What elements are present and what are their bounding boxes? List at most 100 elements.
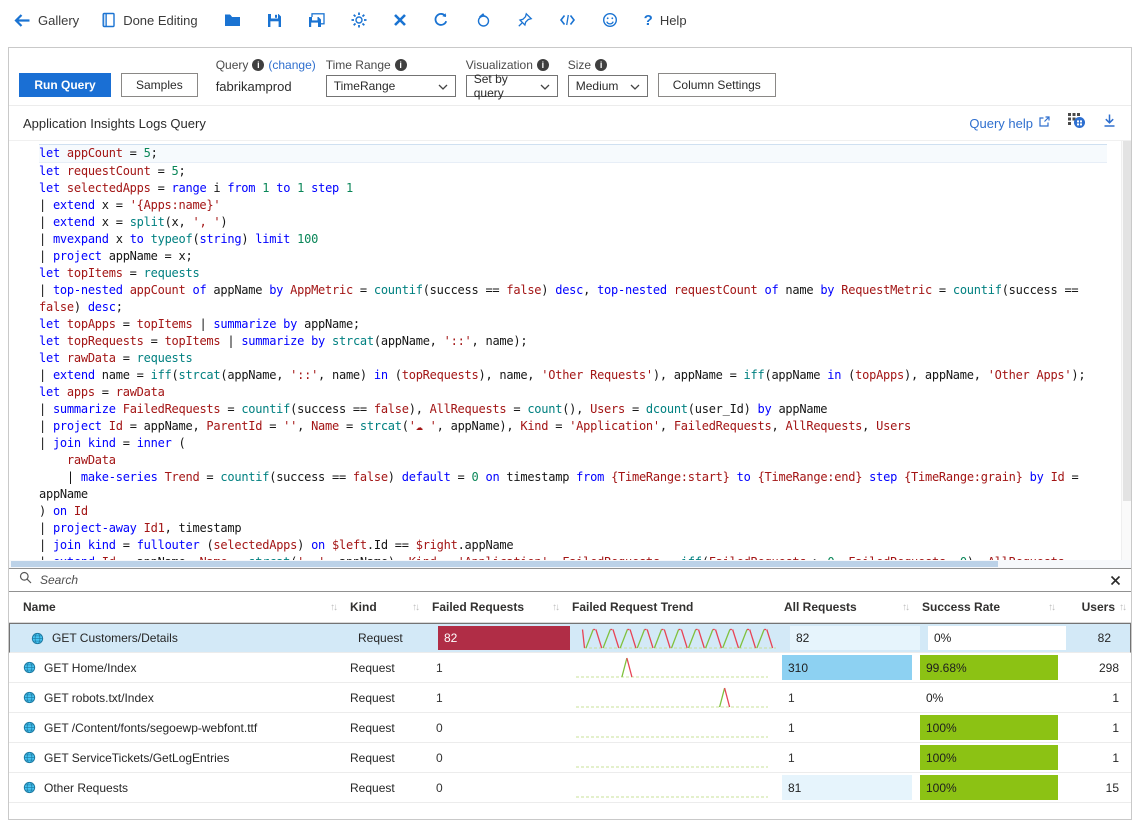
external-link-icon bbox=[1038, 115, 1051, 131]
advanced-editor-button[interactable] bbox=[559, 13, 576, 27]
failed-requests-bar: 82 bbox=[438, 626, 570, 650]
info-icon bbox=[252, 59, 264, 71]
close-x-icon bbox=[393, 13, 407, 27]
kind-cell: Request bbox=[346, 773, 428, 802]
query-label: Query bbox=[216, 58, 249, 72]
feedback-button[interactable] bbox=[602, 12, 618, 28]
kind-value: Request bbox=[350, 691, 395, 705]
failed-requests-value: 0 bbox=[432, 721, 443, 735]
trend-cell bbox=[568, 653, 780, 682]
column-header-failed-requests[interactable]: Failed Requests ↑↓ bbox=[428, 592, 568, 622]
save-button[interactable] bbox=[267, 13, 282, 28]
table-row[interactable]: GET Home/IndexRequest131099.68%298 bbox=[9, 653, 1131, 683]
editor-vertical-scrollbar[interactable] bbox=[1121, 141, 1131, 560]
column-header-success-rate[interactable]: Success Rate↑↓ bbox=[918, 592, 1064, 622]
all-requests-cell: 1 bbox=[780, 683, 918, 712]
pin-button[interactable] bbox=[517, 12, 533, 28]
chevron-down-icon bbox=[540, 79, 550, 93]
search-input[interactable] bbox=[40, 573, 1102, 587]
sort-icon[interactable]: ↑↓ bbox=[1048, 602, 1054, 613]
failed-requests-value: 0 bbox=[432, 751, 443, 765]
pin-icon bbox=[517, 12, 533, 28]
sort-icon[interactable]: ↑↓ bbox=[412, 602, 418, 613]
time-range-select[interactable]: TimeRange bbox=[326, 75, 456, 97]
workbook-samples-icon[interactable] bbox=[1067, 112, 1086, 134]
results-grid: Name↑↓Kind↑↓Failed Requests↑↓Failed Requ… bbox=[9, 592, 1131, 803]
trend-cell bbox=[568, 683, 780, 712]
table-row[interactable]: GET /Content/fonts/segoewp-webfont.ttfRe… bbox=[9, 713, 1131, 743]
all-requests-cell: 1 bbox=[780, 743, 918, 772]
size-select[interactable]: Medium bbox=[568, 75, 648, 97]
gallery-label: Gallery bbox=[38, 13, 79, 28]
column-header-name[interactable]: Name ↑↓ bbox=[9, 592, 346, 622]
done-editing-button[interactable]: Done Editing bbox=[101, 12, 197, 28]
samples-button[interactable]: Samples bbox=[121, 73, 198, 97]
close-button[interactable] bbox=[393, 13, 407, 27]
grid-search-bar bbox=[9, 568, 1131, 592]
success-rate-cell: 99.68% bbox=[918, 653, 1064, 682]
column-header-all-requests[interactable]: All Requests↑↓ bbox=[780, 592, 918, 622]
success-rate-bar: 99.68% bbox=[920, 655, 1058, 680]
trend-cell bbox=[568, 713, 780, 742]
grid-body: GET Customers/DetailsRequest82820%82GET … bbox=[9, 623, 1131, 803]
success-rate-bar: 0% bbox=[928, 626, 1066, 650]
all-requests-cell: 1 bbox=[780, 713, 918, 742]
request-name: GET robots.txt/Index bbox=[44, 691, 154, 705]
all-requests-value: 1 bbox=[784, 691, 795, 705]
info-icon bbox=[395, 59, 407, 71]
request-name: GET ServiceTickets/GetLogEntries bbox=[44, 751, 229, 765]
settings-button[interactable] bbox=[351, 12, 367, 28]
change-query-link[interactable]: (change) bbox=[268, 58, 315, 72]
run-query-button[interactable]: Run Query bbox=[19, 73, 111, 97]
users-value: 298 bbox=[1099, 661, 1119, 675]
query-editor[interactable]: let appCount = 5;let requestCount = 5;le… bbox=[9, 144, 1107, 560]
visualization-value: Set by query bbox=[474, 72, 540, 100]
globe-icon bbox=[23, 661, 36, 674]
success-rate-value: 100% bbox=[926, 781, 957, 795]
table-row[interactable]: GET robots.txt/IndexRequest110%1 bbox=[9, 683, 1131, 713]
refresh-button[interactable] bbox=[433, 12, 449, 28]
help-button[interactable]: ? Help bbox=[644, 12, 687, 29]
sort-icon[interactable]: ↑↓ bbox=[330, 602, 336, 613]
sort-icon[interactable]: ↑↓ bbox=[902, 602, 908, 613]
users-cell: 15 bbox=[1064, 773, 1131, 802]
chevron-down-icon bbox=[438, 79, 448, 93]
all-requests-value: 1 bbox=[784, 721, 795, 735]
table-row[interactable]: Other RequestsRequest081100%15 bbox=[9, 773, 1131, 803]
query-help-label: Query help bbox=[969, 116, 1033, 131]
kind-cell: Request bbox=[346, 683, 428, 712]
gallery-back-button[interactable]: Gallery bbox=[14, 13, 79, 28]
sort-icon[interactable]: ↑↓ bbox=[1119, 602, 1125, 613]
save-as-button[interactable] bbox=[308, 13, 325, 28]
users-cell: 298 bbox=[1064, 653, 1131, 682]
clear-search-icon[interactable] bbox=[1110, 575, 1121, 586]
question-mark-icon: ? bbox=[644, 12, 653, 29]
users-value: 15 bbox=[1106, 781, 1119, 795]
download-icon[interactable] bbox=[1102, 113, 1117, 133]
code-icon bbox=[559, 13, 576, 27]
open-button[interactable] bbox=[224, 13, 241, 27]
balloon-button[interactable] bbox=[475, 12, 491, 28]
table-row[interactable]: GET Customers/DetailsRequest82820%82 bbox=[9, 623, 1131, 653]
column-label: Failed Requests bbox=[432, 600, 524, 614]
all-requests-cell: 310 bbox=[780, 653, 918, 682]
name-cell: GET /Content/fonts/segoewp-webfont.ttf bbox=[9, 713, 346, 742]
notebook-icon bbox=[101, 12, 116, 28]
name-cell: Other Requests bbox=[9, 773, 346, 802]
back-arrow-icon bbox=[14, 13, 31, 28]
query-help-link[interactable]: Query help bbox=[969, 115, 1051, 131]
editor-horizontal-scrollbar[interactable] bbox=[9, 560, 1131, 568]
visualization-label: Visualization bbox=[466, 58, 533, 72]
sort-icon[interactable]: ↑↓ bbox=[552, 602, 558, 613]
table-row[interactable]: GET ServiceTickets/GetLogEntriesRequest0… bbox=[9, 743, 1131, 773]
failed-requests-value: 1 bbox=[432, 691, 443, 705]
users-cell: 1 bbox=[1064, 743, 1131, 772]
failed-request-trend-sparkline bbox=[572, 744, 772, 771]
failed-request-trend-sparkline bbox=[572, 774, 772, 801]
visualization-select[interactable]: Set by query bbox=[466, 75, 558, 97]
column-header-users[interactable]: Users↑↓ bbox=[1064, 592, 1131, 622]
column-label: Name bbox=[23, 600, 56, 614]
time-range-label: Time Range bbox=[326, 58, 391, 72]
column-settings-button[interactable]: Column Settings bbox=[658, 73, 776, 97]
column-header-kind[interactable]: Kind↑↓ bbox=[346, 592, 428, 622]
